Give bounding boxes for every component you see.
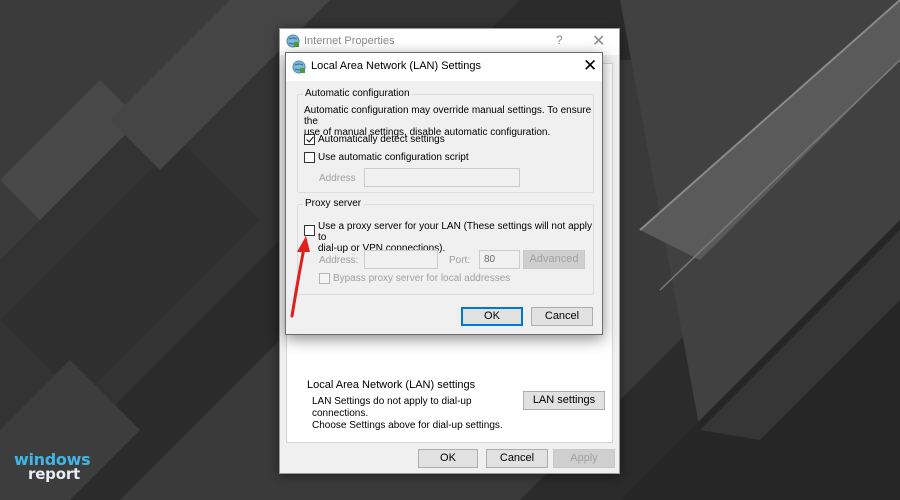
lan-settings-description: LAN Settings do not apply to dial-up con… bbox=[312, 396, 512, 432]
auto-config-desc-line1: Automatic configuration may override man… bbox=[304, 105, 592, 127]
use-script-row[interactable]: Use automatic configuration script bbox=[304, 152, 469, 163]
parent-window-title: Internet Properties bbox=[304, 35, 395, 47]
use-script-checkbox[interactable] bbox=[304, 152, 315, 163]
auto-config-address-label: Address bbox=[319, 173, 356, 184]
use-proxy-label-line1: Use a proxy server for your LAN (These s… bbox=[318, 221, 592, 243]
automatic-configuration-group: Automatic configuration Automatic config… bbox=[297, 88, 594, 193]
proxy-address-label: Address: bbox=[319, 255, 359, 266]
help-button[interactable]: ? bbox=[556, 33, 563, 47]
automatic-configuration-legend: Automatic configuration bbox=[303, 88, 412, 99]
proxy-address-field[interactable] bbox=[364, 250, 438, 269]
lan-settings-legend: Local Area Network (LAN) settings bbox=[307, 379, 476, 391]
lan-desc-line1: LAN Settings do not apply to dial-up con… bbox=[312, 396, 472, 419]
lan-settings-dialog: Local Area Network (LAN) Settings ✕ Auto… bbox=[285, 52, 603, 335]
lan-settings-group: Local Area Network (LAN) settings LAN Se… bbox=[299, 379, 605, 431]
bypass-local-checkbox[interactable] bbox=[319, 273, 330, 284]
auto-detect-label: Automatically detect settings bbox=[318, 134, 445, 145]
bypass-local-label: Bypass proxy server for local addresses bbox=[333, 273, 511, 284]
dialog-cancel-button[interactable]: Cancel bbox=[531, 307, 593, 326]
proxy-port-label: Port: bbox=[449, 255, 471, 266]
windows-report-logo: windows report bbox=[14, 452, 104, 482]
bypass-row[interactable]: Bypass proxy server for local addresses bbox=[319, 273, 510, 284]
use-script-label: Use automatic configuration script bbox=[318, 152, 469, 163]
proxy-server-group: Proxy server Use a proxy server for your… bbox=[297, 198, 594, 295]
internet-options-icon bbox=[286, 34, 300, 48]
dialog-title: Local Area Network (LAN) Settings bbox=[311, 60, 481, 72]
proxy-server-legend: Proxy server bbox=[303, 198, 364, 209]
logo-line2: report bbox=[28, 465, 80, 483]
parent-apply-button[interactable]: Apply bbox=[553, 449, 615, 468]
lan-desc-line2: Choose Settings above for dial-up settin… bbox=[312, 420, 503, 431]
lan-settings-button[interactable]: LAN settings bbox=[523, 391, 605, 410]
dialog-close-button[interactable]: ✕ bbox=[583, 56, 597, 76]
red-arrow-icon bbox=[290, 236, 310, 318]
auto-detect-checkbox[interactable] bbox=[304, 134, 315, 145]
auto-detect-row[interactable]: Automatically detect settings bbox=[304, 134, 445, 145]
advanced-button[interactable]: Advanced bbox=[523, 250, 585, 269]
dialog-titlebar: Local Area Network (LAN) Settings ✕ bbox=[286, 53, 602, 81]
proxy-port-field[interactable]: 80 bbox=[479, 250, 520, 269]
dialog-ok-button[interactable]: OK bbox=[461, 307, 523, 326]
auto-config-address-field[interactable] bbox=[364, 168, 520, 187]
parent-cancel-button[interactable]: Cancel bbox=[486, 449, 548, 468]
internet-options-icon bbox=[292, 60, 306, 74]
parent-ok-button[interactable]: OK bbox=[418, 449, 478, 468]
parent-close-button[interactable]: ✕ bbox=[592, 31, 605, 51]
